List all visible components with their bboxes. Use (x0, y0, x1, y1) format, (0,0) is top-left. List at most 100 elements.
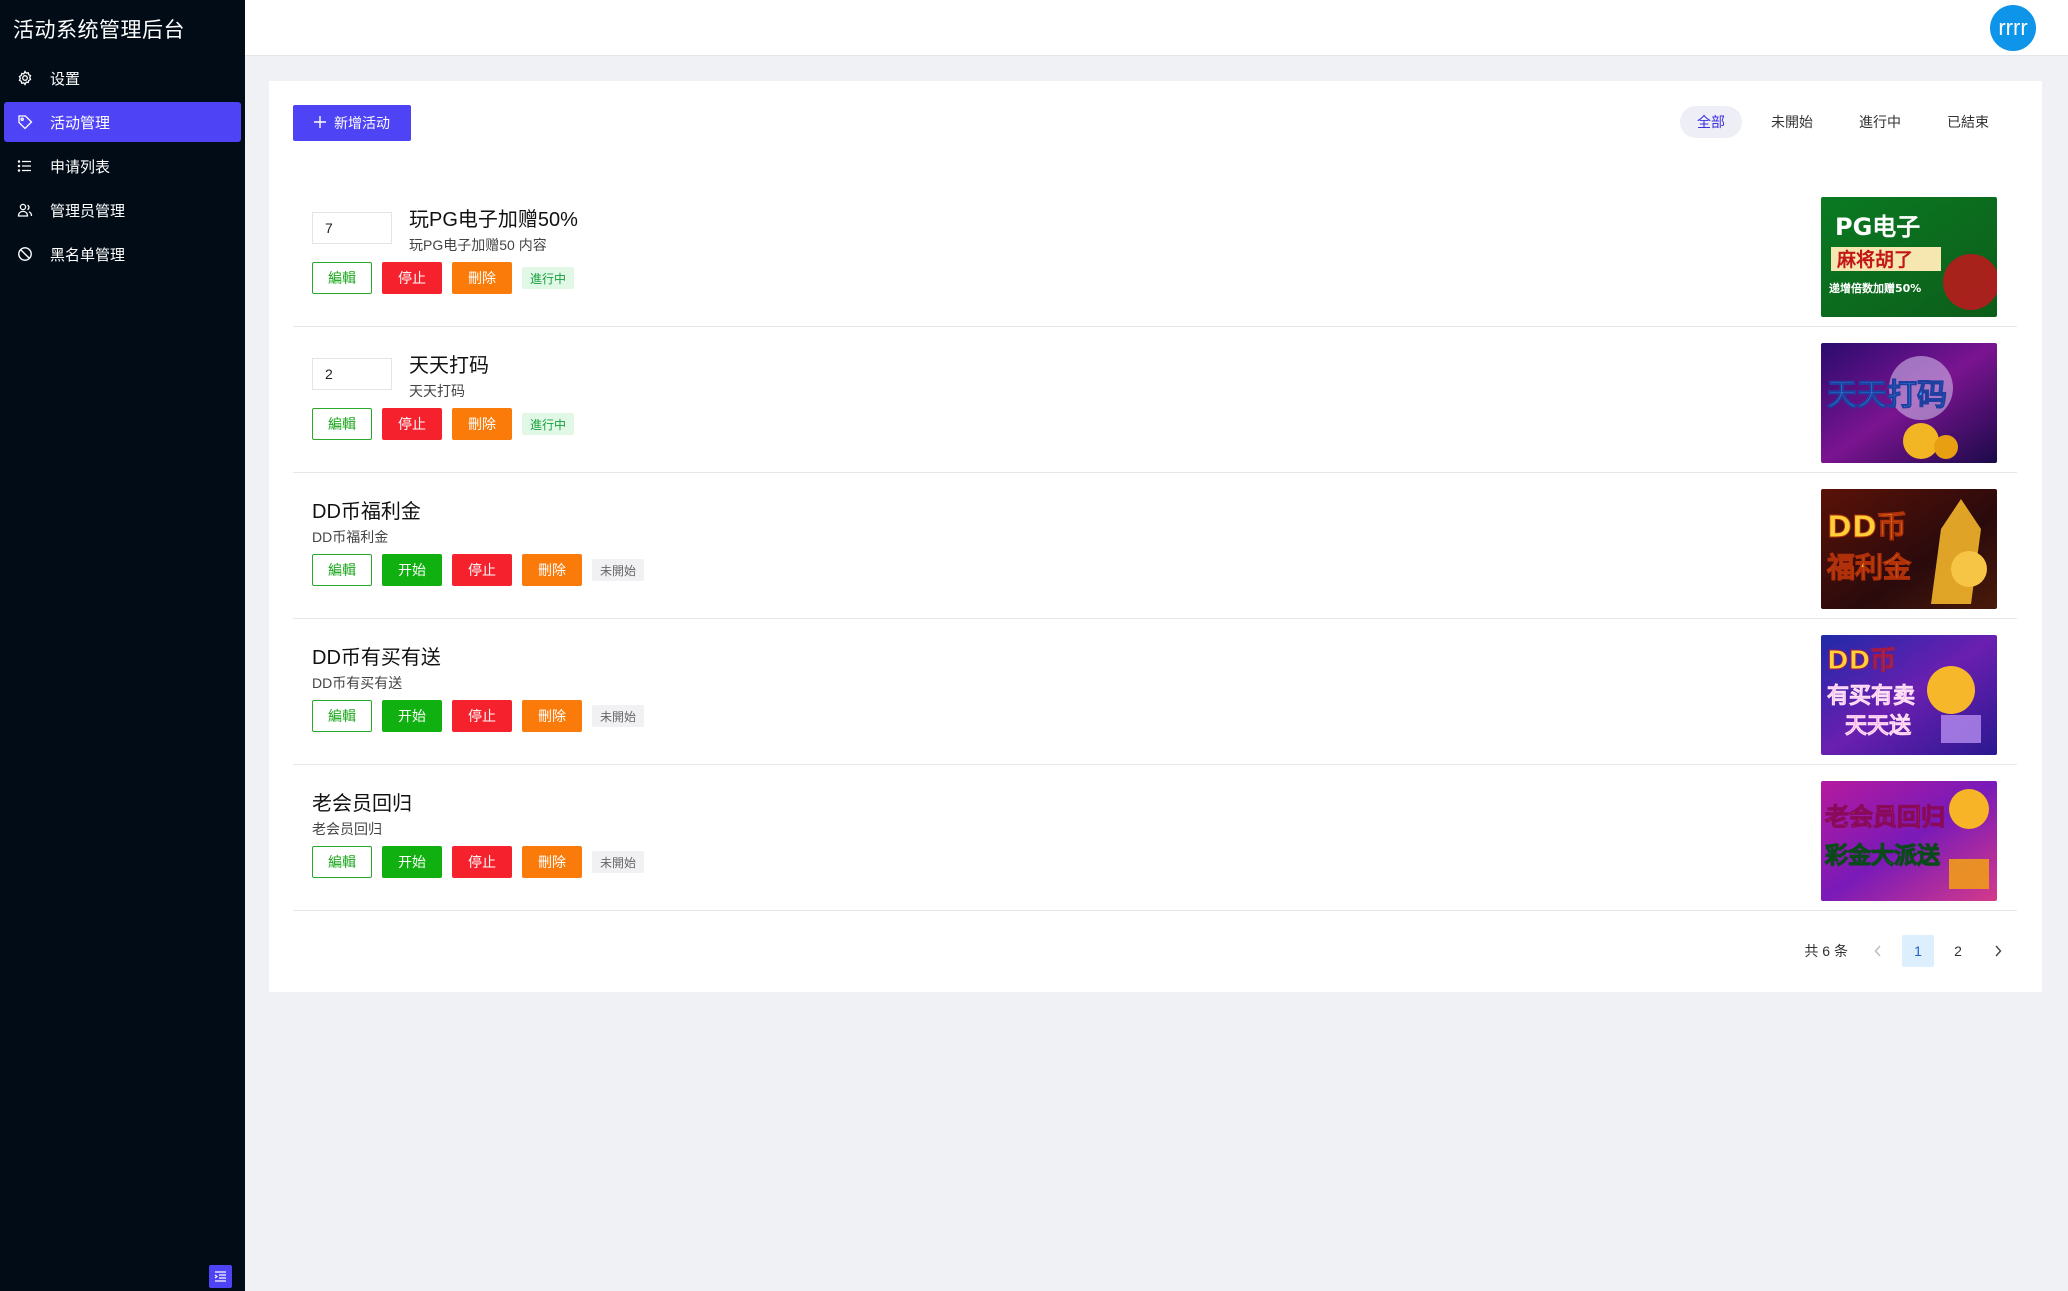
filter-tab-in-progress[interactable]: 進行中 (1842, 106, 1918, 138)
filter-tab-all[interactable]: 全部 (1680, 106, 1742, 138)
delete-button[interactable]: 刪除 (522, 846, 582, 878)
ban-icon (16, 245, 34, 263)
page-button-1[interactable]: 1 (1902, 935, 1934, 967)
sort-order-input[interactable] (312, 358, 392, 390)
sidebar-item-label: 活动管理 (50, 114, 111, 132)
banner-text: DD币 (1827, 510, 1907, 545)
sidebar-item-label: 管理员管理 (50, 202, 126, 220)
add-activity-button[interactable]: 新增活动 (293, 105, 411, 141)
banner-text: 递增倍数加赠50% (1829, 281, 1921, 295)
plus-icon (314, 115, 326, 131)
activity-actions: 編輯 开始 停止 刪除 未開始 (312, 846, 645, 878)
sidebar-item-blacklist[interactable]: 黑名单管理 (4, 234, 241, 274)
activity-banner[interactable]: DD币 福利金 (1821, 489, 1997, 609)
stop-button[interactable]: 停止 (452, 700, 512, 732)
stop-button[interactable]: 停止 (452, 554, 512, 586)
sidebar-item-settings[interactable]: 设置 (4, 58, 241, 98)
banner-text: 麻将胡了 (1836, 248, 1913, 271)
activity-panel: 新增活动 全部 未開始 進行中 已結束 玩PG电子加赠50% 玩PG电子加赠50… (269, 81, 2042, 992)
activity-description: 老会员回归 (312, 821, 382, 837)
activity-description: 玩PG电子加赠50 内容 (409, 237, 547, 253)
sidebar-item-activity-management[interactable]: 活动管理 (4, 102, 241, 142)
edit-button[interactable]: 編輯 (312, 262, 372, 294)
pagination: 共 6 条 1 2 (1804, 935, 2014, 967)
activity-banner[interactable]: PG电子 麻将胡了 递增倍数加赠50% (1821, 197, 1997, 317)
start-button[interactable]: 开始 (382, 700, 442, 732)
activity-banner[interactable]: 老会员回归 彩金大派送 (1821, 781, 1997, 901)
list-item: 老会员回归 老会员回归 編輯 开始 停止 刪除 未開始 老会员回归 彩金大派送 (293, 765, 2017, 911)
users-icon (16, 201, 34, 219)
activity-description: DD币福利金 (312, 529, 389, 545)
avatar[interactable]: rrrr (1990, 5, 2036, 51)
sidebar-item-label: 设置 (50, 70, 81, 88)
banner-text: 天天送 (1845, 713, 1911, 739)
delete-button[interactable]: 刪除 (522, 554, 582, 586)
sidebar-menu: 设置 活动管理 申请列表 管理员管理 黑名单管理 (0, 58, 245, 278)
delete-button[interactable]: 刪除 (452, 408, 512, 440)
activity-banner[interactable]: DD币 有买有卖 天天送 (1821, 635, 1997, 755)
app-title: 活动系统管理后台 (13, 19, 185, 42)
gear-icon (16, 69, 34, 87)
activity-title: DD币福利金 (312, 501, 421, 523)
edit-button[interactable]: 編輯 (312, 700, 372, 732)
sidebar-item-application-list[interactable]: 申请列表 (4, 146, 241, 186)
page-button-2[interactable]: 2 (1942, 935, 1974, 967)
activity-actions: 編輯 停止 刪除 進行中 (312, 408, 575, 440)
status-filter-tabs: 全部 未開始 進行中 已結束 (1680, 106, 2006, 138)
activity-banner[interactable]: 天天打码 (1821, 343, 1997, 463)
pagination-total: 共 6 条 (1804, 943, 1848, 959)
list-item: DD币福利金 DD币福利金 編輯 开始 停止 刪除 未開始 DD币 福利金 (293, 473, 2017, 619)
start-button[interactable]: 开始 (382, 846, 442, 878)
stop-button[interactable]: 停止 (382, 262, 442, 294)
activity-actions: 編輯 停止 刪除 進行中 (312, 262, 575, 294)
status-badge: 進行中 (522, 267, 575, 289)
delete-button[interactable]: 刪除 (452, 262, 512, 294)
chevron-left-icon (1874, 945, 1881, 957)
banner-text: DD币 (1827, 646, 1896, 676)
sidebar-item-admin-management[interactable]: 管理员管理 (4, 190, 241, 230)
activity-title: DD币有买有送 (312, 647, 441, 669)
list-item: 玩PG电子加赠50% 玩PG电子加赠50 内容 編輯 停止 刪除 進行中 (293, 181, 2017, 327)
edit-button[interactable]: 編輯 (312, 846, 372, 878)
filter-tab-not-started[interactable]: 未開始 (1754, 106, 1830, 138)
start-button[interactable]: 开始 (382, 554, 442, 586)
list-icon (16, 157, 34, 175)
sidebar-item-label: 申请列表 (50, 158, 111, 176)
stop-button[interactable]: 停止 (382, 408, 442, 440)
activity-actions: 編輯 开始 停止 刪除 未開始 (312, 554, 645, 586)
status-badge: 未開始 (592, 851, 645, 873)
delete-button[interactable]: 刪除 (522, 700, 582, 732)
tag-icon (16, 113, 34, 131)
top-header: rrrr (245, 0, 2068, 56)
banner-text: 彩金大派送 (1824, 842, 1940, 869)
activity-description: 天天打码 (409, 383, 465, 399)
list-item: DD币有买有送 DD币有买有送 編輯 开始 停止 刪除 未開始 DD币 有买有卖… (293, 619, 2017, 765)
stop-button[interactable]: 停止 (452, 846, 512, 878)
activity-actions: 編輯 开始 停止 刪除 未開始 (312, 700, 645, 732)
activity-title: 玩PG电子加赠50% (409, 209, 578, 231)
status-badge: 未開始 (592, 705, 645, 727)
add-activity-label: 新增活动 (334, 115, 390, 131)
banner-text: 有买有卖 (1827, 683, 1915, 709)
status-badge: 未開始 (592, 559, 645, 581)
banner-text: 福利金 (1826, 551, 1912, 584)
sidebar-item-label: 黑名单管理 (50, 246, 126, 264)
sidebar-collapse-button[interactable] (209, 1265, 232, 1288)
filter-tab-ended[interactable]: 已結束 (1930, 106, 2006, 138)
activity-title: 天天打码 (409, 355, 489, 377)
status-badge: 進行中 (522, 413, 575, 435)
banner-text: 老会员回归 (1825, 803, 1945, 831)
list-item: 天天打码 天天打码 編輯 停止 刪除 進行中 (293, 327, 2017, 473)
next-page-button[interactable] (1982, 935, 2014, 967)
sidebar: 活动系统管理后台 设置 活动管理 申请列表 管理员管理 黑名单管理 (0, 0, 245, 1291)
sort-order-input[interactable] (312, 212, 392, 244)
chevron-right-icon (1995, 945, 2002, 957)
edit-button[interactable]: 編輯 (312, 408, 372, 440)
banner-text: PG电子 (1835, 213, 1920, 241)
edit-button[interactable]: 編輯 (312, 554, 372, 586)
activity-list: 玩PG电子加赠50% 玩PG电子加赠50 内容 編輯 停止 刪除 進行中 (293, 181, 2017, 911)
banner-text: 天天打码 (1827, 378, 1947, 413)
menu-fold-icon (214, 1271, 226, 1282)
prev-page-button[interactable] (1862, 935, 1894, 967)
activity-title: 老会员回归 (312, 793, 412, 815)
